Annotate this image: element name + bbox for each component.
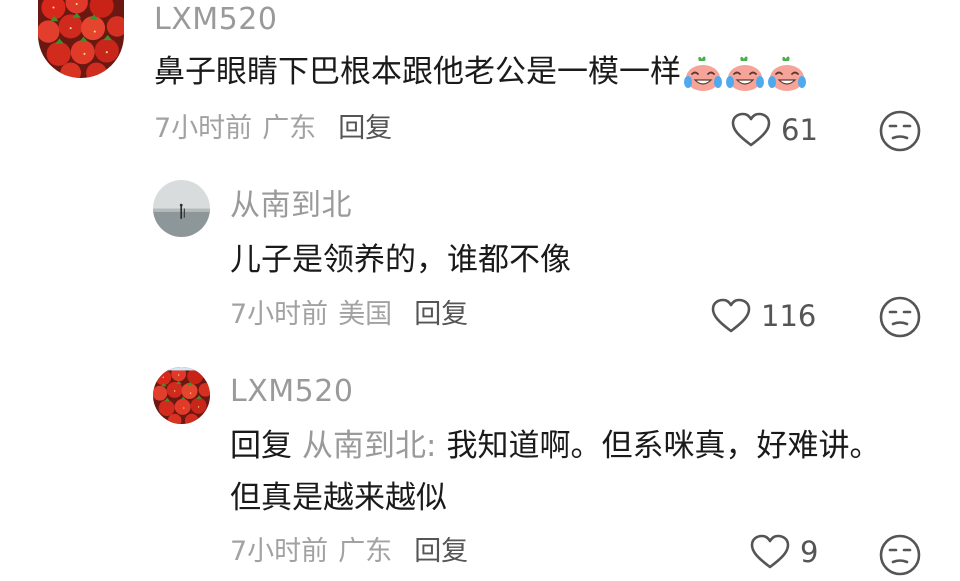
avatar[interactable] — [153, 180, 210, 237]
timestamp: 7小时前 — [230, 536, 329, 567]
comment-text: 鼻子眼睛下巴根本跟他老公是一模一样 — [154, 50, 807, 94]
avatar[interactable] — [153, 367, 210, 424]
location: 美国 — [338, 299, 393, 330]
like-count: 9 — [800, 535, 819, 569]
comment-text: 回复 从南到北: 我知道啊。但系咪真，好难讲。 — [230, 424, 880, 468]
like-button[interactable]: 9 — [750, 534, 818, 570]
reply-prefix: 回复 — [230, 428, 292, 464]
username[interactable]: 从南到北 — [230, 188, 352, 224]
timestamp: 7小时前 — [154, 113, 253, 144]
heart-icon — [711, 298, 751, 334]
reply-button[interactable]: 回复 — [414, 536, 468, 567]
timestamp: 7小时前 — [230, 299, 329, 330]
meh-face-icon — [878, 533, 922, 577]
crying-laughing-icon — [725, 54, 765, 94]
comment-meta: 7小时前 广东 回复 — [230, 535, 468, 569]
heart-icon — [731, 112, 771, 148]
strawberries-icon — [38, 0, 124, 78]
username[interactable]: LXM520 — [154, 2, 277, 38]
comment-meta: 7小时前 广东 回复 — [154, 112, 392, 146]
location: 广东 — [262, 113, 317, 144]
crying-laughing-icon — [767, 54, 807, 94]
like-button[interactable]: 116 — [711, 298, 816, 334]
reply-button[interactable]: 回复 — [414, 299, 468, 330]
dislike-button[interactable] — [878, 533, 922, 577]
crying-laughing-icon — [683, 54, 723, 94]
meh-face-icon — [878, 295, 922, 339]
like-count: 61 — [781, 113, 818, 147]
location: 广东 — [338, 536, 393, 567]
comment-text-line1: 我知道啊。但系咪真，好难讲。 — [446, 428, 881, 464]
dislike-button[interactable] — [878, 295, 922, 339]
comment-text: 儿子是领养的，谁都不像 — [230, 242, 571, 278]
comment-text-body: 鼻子眼睛下巴根本跟他老公是一模一样 — [154, 54, 681, 90]
avatar[interactable] — [38, 0, 124, 78]
comment-meta: 7小时前 美国 回复 — [230, 298, 468, 332]
reply-button[interactable]: 回复 — [338, 113, 392, 144]
heart-icon — [750, 534, 790, 570]
dislike-button[interactable] — [878, 109, 922, 153]
comment-text-line2: 但真是越来越似 — [230, 480, 447, 516]
like-count: 116 — [761, 299, 817, 333]
username[interactable]: LXM520 — [230, 374, 353, 410]
reply-mention[interactable]: 从南到北: — [302, 428, 436, 464]
beach-scene-icon — [153, 180, 210, 237]
meh-face-icon — [878, 109, 922, 153]
strawberries-icon — [153, 367, 210, 424]
like-button[interactable]: 61 — [731, 112, 818, 148]
